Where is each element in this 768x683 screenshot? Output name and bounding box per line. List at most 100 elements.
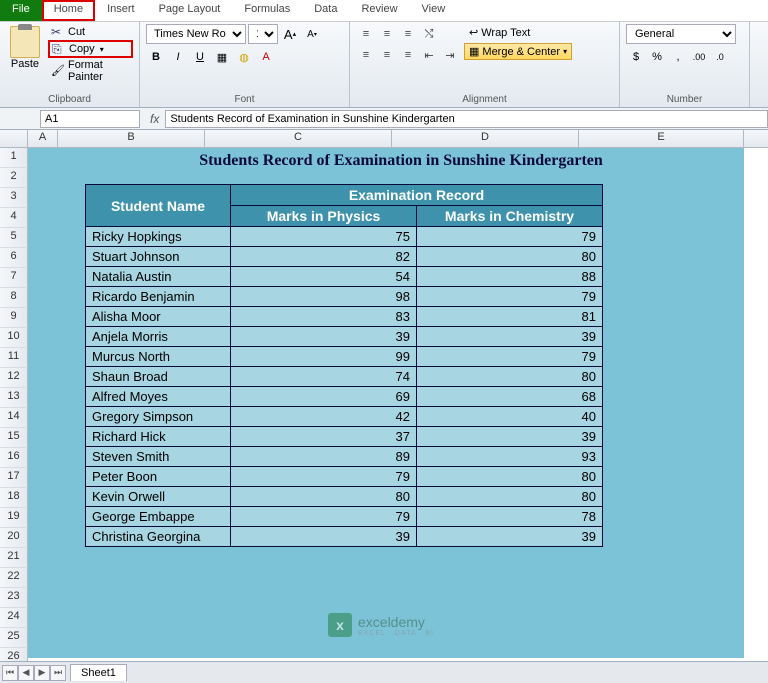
cell-chemistry[interactable]: 78: [417, 507, 603, 527]
cell-name[interactable]: Alisha Moor: [86, 307, 231, 327]
cell-chemistry[interactable]: 88: [417, 267, 603, 287]
cell-physics[interactable]: 74: [231, 367, 417, 387]
cell-physics[interactable]: 83: [231, 307, 417, 327]
tab-insert[interactable]: Insert: [95, 0, 147, 21]
cell-chemistry[interactable]: 79: [417, 347, 603, 367]
row-header[interactable]: 13: [0, 388, 28, 408]
sheet-nav-last[interactable]: ⏭: [50, 665, 66, 681]
align-center-button[interactable]: ≡: [377, 45, 397, 65]
fill-color-button[interactable]: ◍: [234, 47, 254, 67]
row-header[interactable]: 7: [0, 268, 28, 288]
row-header[interactable]: 2: [0, 168, 28, 188]
border-button[interactable]: ▦: [212, 47, 232, 67]
align-middle-button[interactable]: ≡: [377, 24, 397, 44]
cell-name[interactable]: Murcus North: [86, 347, 231, 367]
row-header[interactable]: 5: [0, 228, 28, 248]
copy-button[interactable]: Copy▾: [48, 40, 133, 58]
row-header[interactable]: 26: [0, 648, 28, 661]
row-header[interactable]: 25: [0, 628, 28, 648]
tab-view[interactable]: View: [410, 0, 458, 21]
tab-home[interactable]: Home: [42, 0, 95, 21]
row-header[interactable]: 14: [0, 408, 28, 428]
currency-button[interactable]: $: [626, 47, 646, 67]
cell-chemistry[interactable]: 80: [417, 487, 603, 507]
row-header[interactable]: 23: [0, 588, 28, 608]
row-header[interactable]: 9: [0, 308, 28, 328]
cell-name[interactable]: Steven Smith: [86, 447, 231, 467]
cell-chemistry[interactable]: 80: [417, 247, 603, 267]
grow-font-button[interactable]: A▴: [280, 24, 300, 44]
cell-chemistry[interactable]: 80: [417, 367, 603, 387]
cell-physics[interactable]: 75: [231, 227, 417, 247]
align-top-button[interactable]: ≡: [356, 24, 376, 44]
cell-name[interactable]: Anjela Morris: [86, 327, 231, 347]
cell-name[interactable]: Kevin Orwell: [86, 487, 231, 507]
cell-name[interactable]: Christina Georgina: [86, 527, 231, 547]
sheet-nav-first[interactable]: ⏮: [2, 665, 18, 681]
cell-chemistry[interactable]: 39: [417, 327, 603, 347]
row-header[interactable]: 6: [0, 248, 28, 268]
format-painter-button[interactable]: Format Painter: [48, 58, 133, 84]
cell-name[interactable]: Alfred Moyes: [86, 387, 231, 407]
underline-button[interactable]: U: [190, 47, 210, 67]
cell-physics[interactable]: 82: [231, 247, 417, 267]
cell-physics[interactable]: 39: [231, 527, 417, 547]
col-header[interactable]: C: [205, 130, 392, 147]
percent-button[interactable]: %: [647, 47, 667, 67]
merge-center-button[interactable]: ▦Merge & Center▾: [464, 43, 572, 60]
row-header[interactable]: 12: [0, 368, 28, 388]
row-header[interactable]: 10: [0, 328, 28, 348]
cell-name[interactable]: Stuart Johnson: [86, 247, 231, 267]
formula-input[interactable]: [165, 110, 768, 128]
row-header[interactable]: 11: [0, 348, 28, 368]
cell-chemistry[interactable]: 39: [417, 527, 603, 547]
col-header[interactable]: E: [579, 130, 744, 147]
cell-name[interactable]: Shaun Broad: [86, 367, 231, 387]
cell-physics[interactable]: 37: [231, 427, 417, 447]
align-bottom-button[interactable]: ≡: [398, 24, 418, 44]
cell-name[interactable]: Ricardo Benjamin: [86, 287, 231, 307]
cell-chemistry[interactable]: 39: [417, 427, 603, 447]
cell-name[interactable]: Richard Hick: [86, 427, 231, 447]
row-header[interactable]: 19: [0, 508, 28, 528]
cell-chemistry[interactable]: 68: [417, 387, 603, 407]
wrap-text-button[interactable]: ↩Wrap Text: [464, 24, 572, 41]
row-header[interactable]: 16: [0, 448, 28, 468]
cell-physics[interactable]: 42: [231, 407, 417, 427]
indent-inc-button[interactable]: ⇥: [440, 45, 460, 65]
cell-chemistry[interactable]: 80: [417, 467, 603, 487]
cell-name[interactable]: Natalia Austin: [86, 267, 231, 287]
tab-data[interactable]: Data: [302, 0, 349, 21]
row-header[interactable]: 4: [0, 208, 28, 228]
cell-physics[interactable]: 54: [231, 267, 417, 287]
cell-chemistry[interactable]: 79: [417, 227, 603, 247]
fx-icon[interactable]: fx: [150, 112, 159, 126]
sheet-tab[interactable]: Sheet1: [70, 664, 127, 681]
cell-physics[interactable]: 99: [231, 347, 417, 367]
cell-physics[interactable]: 79: [231, 467, 417, 487]
col-header[interactable]: D: [392, 130, 579, 147]
font-size-select[interactable]: 14: [248, 24, 278, 44]
cell-physics[interactable]: 79: [231, 507, 417, 527]
tab-page-layout[interactable]: Page Layout: [147, 0, 233, 21]
worksheet-grid[interactable]: A B C D E 123456789101112131415161718192…: [0, 130, 768, 661]
cell-chemistry[interactable]: 81: [417, 307, 603, 327]
row-header[interactable]: 1: [0, 148, 28, 168]
row-header[interactable]: 15: [0, 428, 28, 448]
shrink-font-button[interactable]: A▾: [302, 24, 322, 44]
font-color-button[interactable]: A: [256, 47, 276, 67]
cell-name[interactable]: Ricky Hopkings: [86, 227, 231, 247]
col-header[interactable]: A: [28, 130, 58, 147]
cell-chemistry[interactable]: 93: [417, 447, 603, 467]
bold-button[interactable]: B: [146, 47, 166, 67]
sheet-nav-next[interactable]: ▶: [34, 665, 50, 681]
row-header[interactable]: 22: [0, 568, 28, 588]
cell-physics[interactable]: 80: [231, 487, 417, 507]
inc-decimal-button[interactable]: .00: [689, 47, 709, 67]
row-header[interactable]: 3: [0, 188, 28, 208]
col-header[interactable]: B: [58, 130, 205, 147]
font-name-select[interactable]: Times New Roman: [146, 24, 246, 44]
select-all-corner[interactable]: [0, 130, 28, 147]
row-header[interactable]: 20: [0, 528, 28, 548]
row-header[interactable]: 17: [0, 468, 28, 488]
